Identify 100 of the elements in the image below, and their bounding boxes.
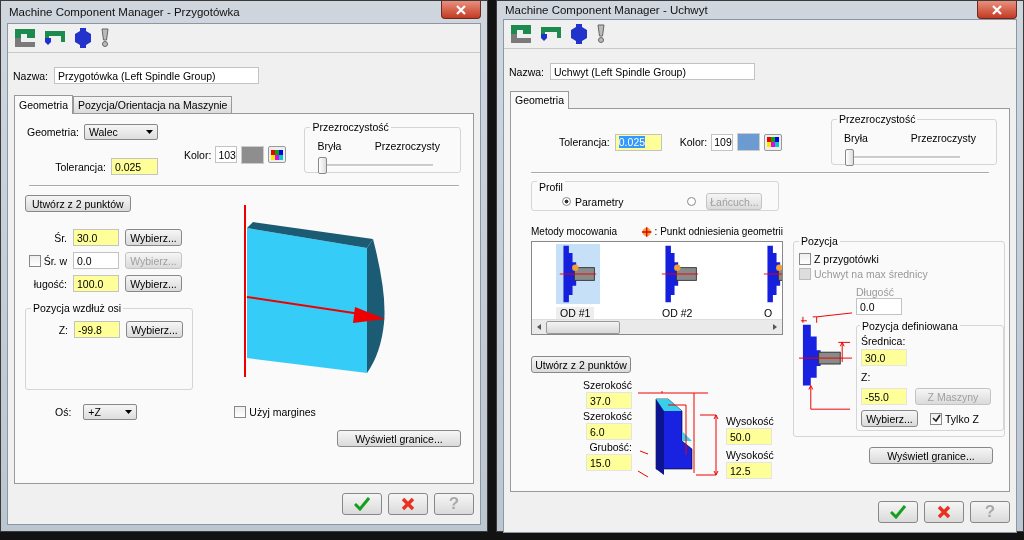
checkbox-label: Z przygotówki xyxy=(814,253,879,265)
select-button[interactable]: Wybierz... xyxy=(125,229,182,246)
group-title: Przezroczystość xyxy=(837,113,918,125)
dimension-field[interactable]: 12.5 xyxy=(726,462,773,479)
z-label: Z: xyxy=(58,323,68,336)
slider-min-label: Bryła xyxy=(317,139,342,152)
group-title: Profil xyxy=(537,181,565,193)
exclamation-icon[interactable] xyxy=(596,24,606,44)
method-label: OD #1 xyxy=(556,307,595,319)
bracket-icon[interactable] xyxy=(44,30,66,46)
dimension-field[interactable]: 100.0 xyxy=(73,275,119,292)
gear-icon[interactable] xyxy=(74,28,92,48)
legend-text: : Punkt odniesienia geometrii xyxy=(654,226,783,237)
ok-button[interactable] xyxy=(878,501,918,523)
radio-label: Parametry xyxy=(575,195,624,208)
dimension-field[interactable]: 6.0 xyxy=(586,423,633,440)
horizontal-scrollbar[interactable] xyxy=(532,319,782,334)
color-number-field[interactable]: 103 xyxy=(215,146,238,163)
create-from-points-button[interactable]: Utwórz z 2 punktów xyxy=(25,195,131,212)
color-label: Kolor: xyxy=(679,136,708,148)
reference-point-icon xyxy=(642,226,652,237)
slider-thumb[interactable] xyxy=(845,149,854,166)
show-limits-button[interactable]: Wyświetl granice... xyxy=(869,447,993,464)
group-title: Pozycja definiowana xyxy=(860,320,960,332)
close-button[interactable] xyxy=(441,1,481,19)
select-button[interactable]: Wybierz... xyxy=(125,275,182,292)
dimension-label: Grubość: xyxy=(589,441,633,454)
z-field[interactable]: -99.8 xyxy=(74,321,120,338)
geometry-dropdown[interactable]: Walec xyxy=(83,124,158,140)
checkbox-label: Użyj margines xyxy=(249,406,316,418)
window-title: Machine Component Manager - Przygotówka xyxy=(8,6,240,18)
dimension-label: ługość: xyxy=(33,277,67,290)
checkbox-label: Tylko Z xyxy=(945,412,979,425)
diameter-field[interactable]: 30.0 xyxy=(861,349,907,366)
cancel-button[interactable] xyxy=(924,501,964,523)
z-label: Z: xyxy=(861,371,871,383)
color-number-field[interactable]: 109 xyxy=(711,133,734,151)
tolerance-label: Tolerancja: xyxy=(55,160,106,173)
dimension-field[interactable]: 15.0 xyxy=(586,454,633,471)
dimension-field[interactable]: 0.0 xyxy=(73,252,119,269)
check-icon xyxy=(354,497,370,511)
checkbox[interactable] xyxy=(234,406,247,418)
chuck-method-option[interactable] xyxy=(556,244,600,304)
color-label: Kolor: xyxy=(183,148,212,161)
ok-button[interactable] xyxy=(342,493,382,515)
step-block-icon[interactable] xyxy=(14,28,36,48)
step-block-icon[interactable] xyxy=(510,24,532,44)
tolerance-label: Tolerancja: xyxy=(559,136,610,148)
select-button[interactable]: Wybierz... xyxy=(126,321,183,338)
gear-icon[interactable] xyxy=(570,24,588,44)
method-label: OD #2 xyxy=(661,307,694,319)
palette-button[interactable] xyxy=(764,133,783,151)
axis-label: Oś: xyxy=(55,406,72,418)
z-field[interactable]: -55.0 xyxy=(861,388,907,405)
cross-icon xyxy=(937,505,951,519)
name-label: Nazwa: xyxy=(509,65,544,78)
show-limits-button[interactable]: Wyświetl granice... xyxy=(337,430,461,447)
dimension-label: Wysokość xyxy=(726,415,774,428)
checkbox[interactable] xyxy=(799,253,811,265)
select-button[interactable]: Wybierz... xyxy=(861,410,918,427)
dimension-field[interactable]: 50.0 xyxy=(726,428,773,445)
slider-max-label: Przezroczysty xyxy=(910,132,976,144)
checkbox[interactable] xyxy=(28,254,41,267)
cross-icon xyxy=(401,497,415,511)
methods-label: Metody mocowania xyxy=(531,226,618,237)
dimension-label: Wysokość xyxy=(726,449,774,462)
close-icon xyxy=(991,4,1003,15)
group-title: Pozycja xyxy=(799,235,840,247)
dimension-field[interactable]: 30.0 xyxy=(73,229,119,246)
checkbox-label: Uchwyt na max średnicy xyxy=(814,268,928,280)
caret-icon xyxy=(125,410,133,414)
exclamation-icon[interactable] xyxy=(100,28,110,48)
slider-min-label: Bryła xyxy=(844,132,868,144)
checkbox[interactable] xyxy=(930,412,942,425)
create-from-points-button[interactable]: Utwórz z 2 punktów xyxy=(531,356,631,373)
name-field[interactable]: Przygotówka (Left Spindle Group) xyxy=(54,67,259,84)
name-field[interactable]: Uchwyt (Left Spindle Group) xyxy=(550,63,755,80)
dimension-label: Szerokość xyxy=(583,410,633,423)
tab[interactable]: Pozycja/Orientacja na Maszynie xyxy=(73,96,233,113)
slider-max-label: Przezroczysty xyxy=(374,139,440,152)
radio-button[interactable] xyxy=(687,197,697,206)
tab[interactable]: Geometria xyxy=(14,95,74,114)
radio-button[interactable] xyxy=(562,197,571,206)
caret-icon xyxy=(145,130,153,134)
close-icon xyxy=(455,4,467,15)
dimension-label: Szerokość xyxy=(583,379,633,392)
name-label: Nazwa: xyxy=(13,69,48,82)
bracket-icon[interactable] xyxy=(540,26,562,42)
close-button[interactable] xyxy=(977,1,1017,19)
dimension-label: Śr. w xyxy=(43,254,67,267)
palette-button[interactable] xyxy=(268,146,287,163)
cancel-button[interactable] xyxy=(388,493,428,515)
tolerance-field[interactable]: 0.025 xyxy=(110,158,158,175)
tab[interactable]: Geometria xyxy=(510,91,570,109)
length-field[interactable]: 0.0 xyxy=(856,298,902,315)
slider-thumb[interactable] xyxy=(318,156,328,174)
dimension-field[interactable]: 37.0 xyxy=(586,392,633,409)
axis-dropdown[interactable]: +Z xyxy=(83,404,138,420)
group-title: Przezroczystość xyxy=(310,120,391,133)
diameter-label: Średnica: xyxy=(861,335,906,347)
